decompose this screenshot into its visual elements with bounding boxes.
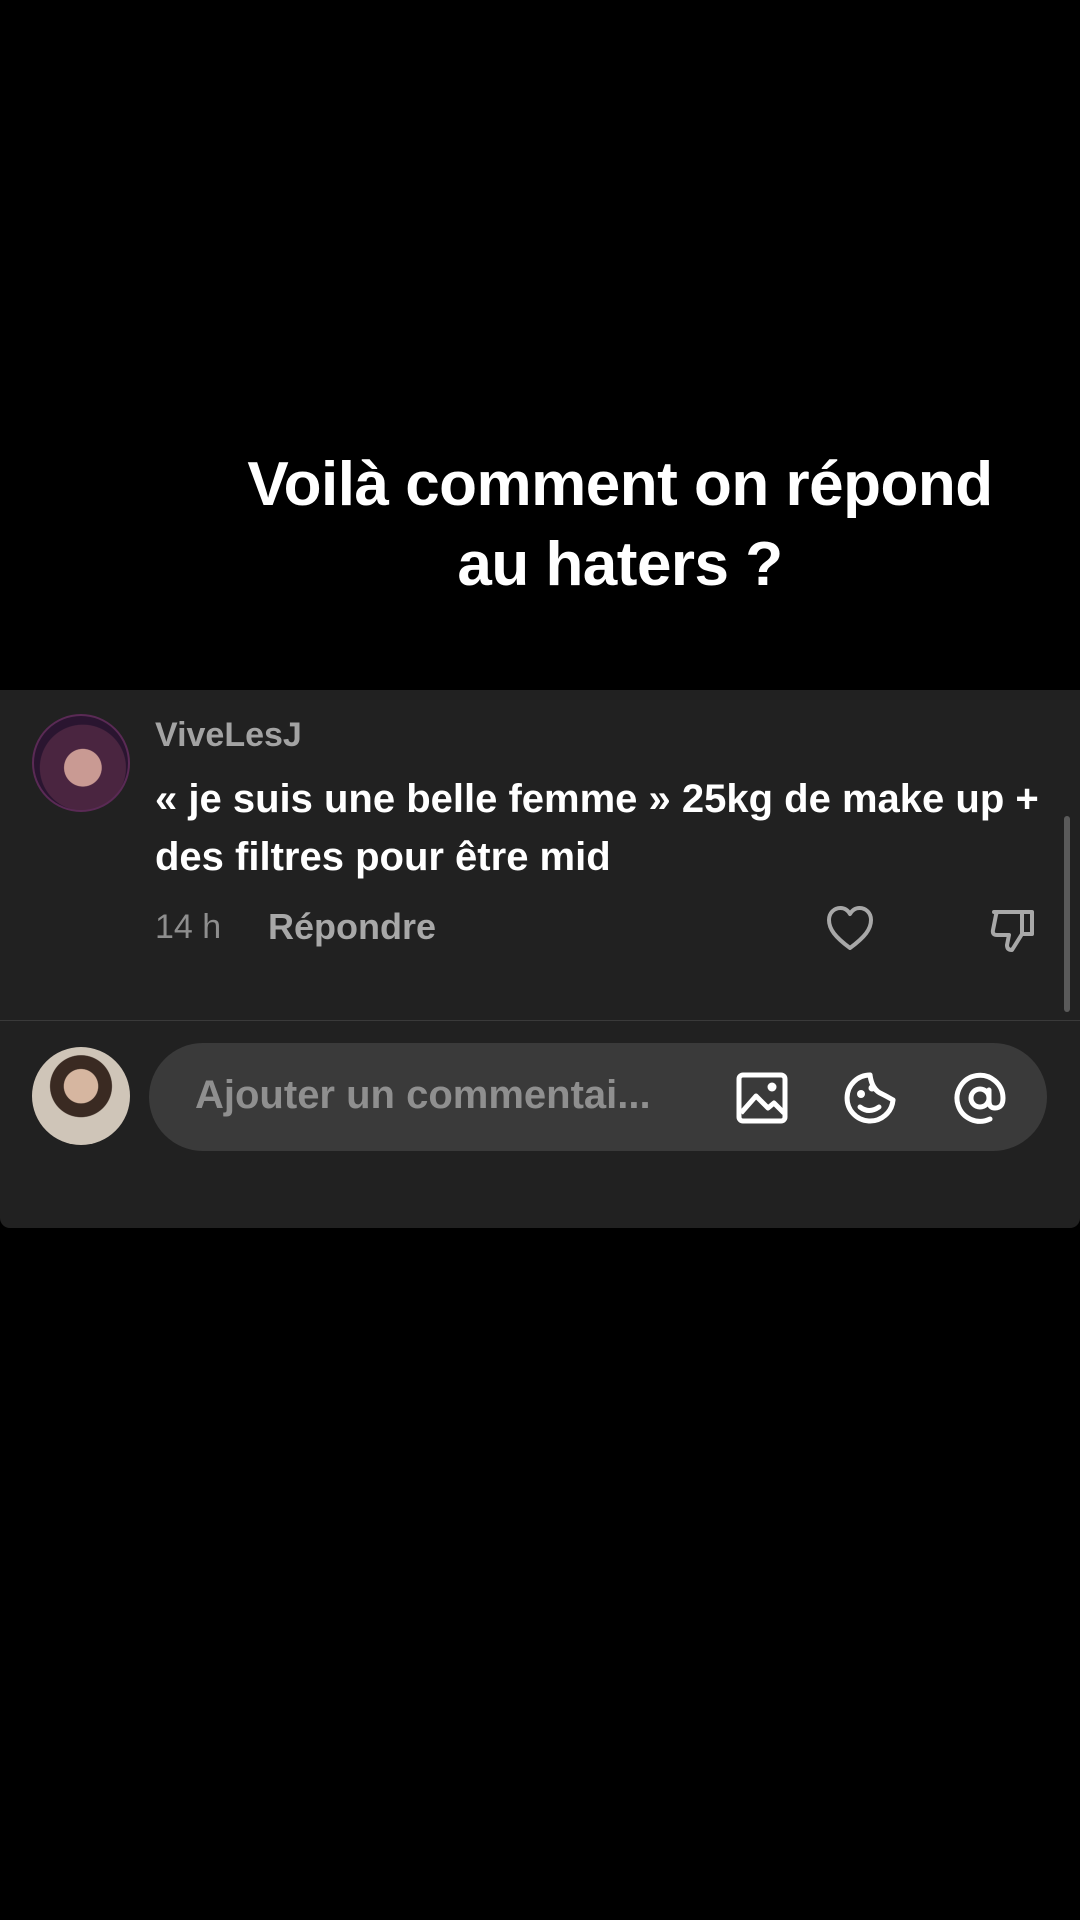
comment-panel: ViveLesJ « je suis une belle femme » 25k… <box>0 690 1080 1228</box>
thumbs-down-icon[interactable] <box>988 904 1038 954</box>
video-frame: Voilà comment on répond au haters ? Vive… <box>0 0 1080 1920</box>
video-caption: Voilà comment on répond au haters ? <box>150 445 1080 605</box>
emoji-icon[interactable] <box>842 1070 898 1126</box>
user-avatar <box>32 1047 130 1145</box>
image-icon[interactable] <box>734 1070 790 1126</box>
scrollbar[interactable] <box>1064 816 1070 1012</box>
comment-input-placeholder: Ajouter un commentai... <box>195 1073 651 1117</box>
comment-timestamp: 14 h <box>155 908 222 946</box>
comment-text: « je suis une belle femme » 25kg de make… <box>155 777 1039 879</box>
divider <box>0 1020 1080 1021</box>
comment-item: ViveLesJ « je suis une belle femme » 25k… <box>0 690 1080 1020</box>
caption-line-1: Voilà comment on répond <box>247 450 993 519</box>
caption-line-2: au haters ? <box>457 530 783 599</box>
heart-icon[interactable] <box>825 904 875 954</box>
reply-button[interactable]: Répondre <box>268 906 436 948</box>
comment-username[interactable]: ViveLesJ <box>155 716 302 755</box>
at-icon[interactable] <box>952 1070 1008 1126</box>
comment-input[interactable]: Ajouter un commentai... <box>149 1043 1047 1151</box>
commenter-avatar[interactable] <box>32 714 130 812</box>
